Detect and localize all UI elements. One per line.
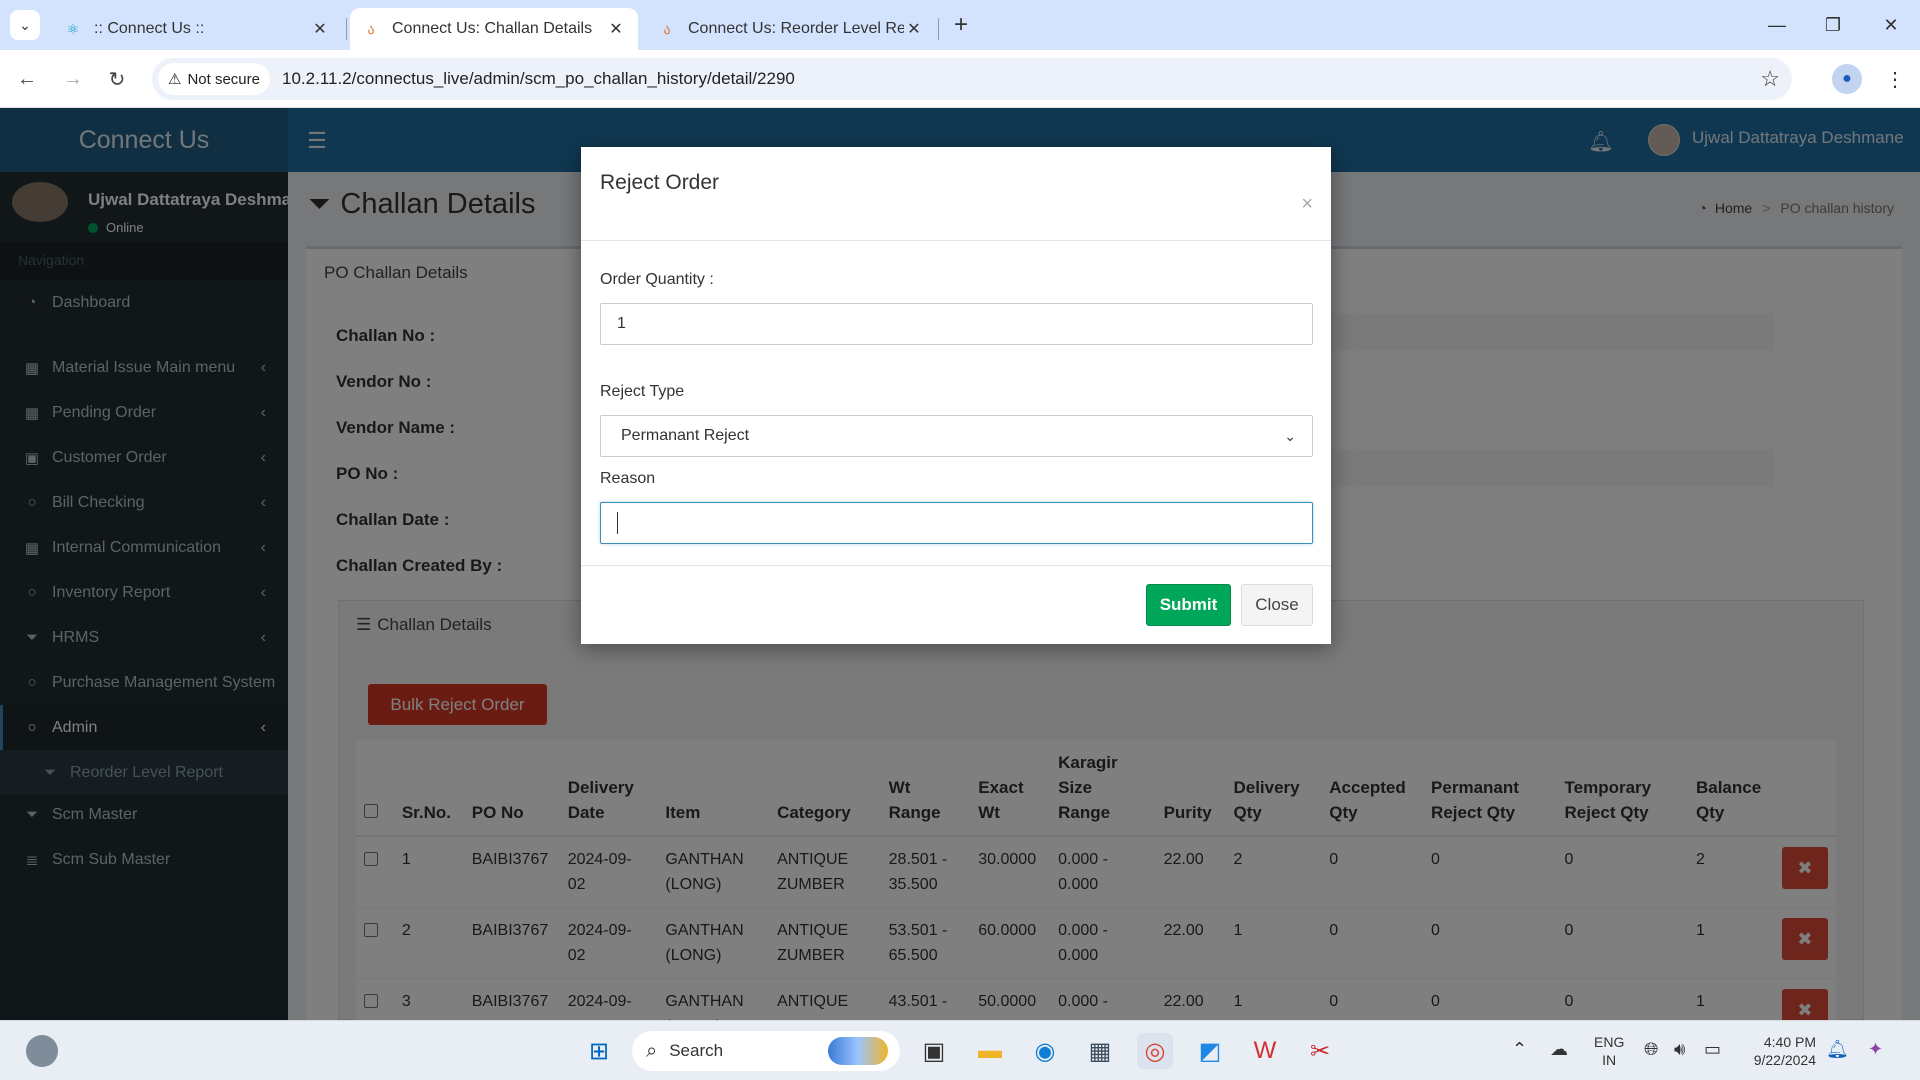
wps-office-icon[interactable]: W [1247, 1033, 1283, 1069]
security-label: Not secure [187, 70, 260, 88]
tab-close-icon[interactable]: ✕ [606, 19, 626, 39]
edge-browser-icon[interactable]: ◉ [1027, 1033, 1063, 1069]
modal-title: Reject Order [600, 171, 720, 194]
tab-search-dropdown-icon[interactable]: ⌄ [10, 10, 40, 40]
close-button[interactable]: Close [1241, 584, 1313, 626]
tab-close-icon[interactable]: ✕ [310, 19, 330, 39]
clock-date: 9/22/2024 [1753, 1052, 1816, 1068]
reason-label: Reason [600, 470, 656, 487]
tab-reorder-level-report[interactable]: ა Connect Us: Reorder Level Repo ✕ [646, 8, 936, 50]
copilot-icon[interactable]: ✦ [1868, 1039, 1883, 1060]
tab-title: Connect Us: Challan Details [392, 20, 593, 37]
react-icon: ⚛ [66, 20, 80, 37]
order-quantity-value: 1 [617, 315, 626, 332]
tab-separator [938, 18, 939, 40]
taskbar-search-label: Search [669, 1041, 724, 1060]
submit-button[interactable]: Submit [1146, 584, 1231, 626]
task-view-icon[interactable]: ▣ [916, 1033, 952, 1069]
system-clock[interactable]: 4:40 PM 9/22/2024 [1744, 1033, 1816, 1069]
address-bar[interactable]: ⚠ Not secure 10.2.11.2/connectus_live/ad… [152, 58, 1792, 100]
tray-chevron-up-icon[interactable]: ⌃ [1512, 1039, 1527, 1060]
tab-separator [346, 18, 347, 40]
app-favicon-icon: ა [663, 20, 671, 37]
profile-icon[interactable]: ● [1832, 64, 1862, 94]
weather-widget-icon[interactable] [26, 1035, 58, 1067]
window-close-icon[interactable]: ✕ [1876, 10, 1906, 40]
browser-toolbar: ← → ↻ ⚠ Not secure 10.2.11.2/connectus_l… [0, 50, 1920, 108]
chevron-down-icon: ⌄ [1284, 427, 1296, 444]
url-text[interactable]: 10.2.11.2/connectus_live/admin/scm_po_ch… [282, 69, 795, 89]
tab-close-icon[interactable]: ✕ [904, 19, 924, 39]
reason-input[interactable] [600, 502, 1313, 544]
reject-order-modal: Reject Order × Order Quantity : 1 Reject… [581, 147, 1331, 644]
restore-icon[interactable]: ❐ [1818, 10, 1848, 40]
onedrive-cloud-icon[interactable]: ☁ [1550, 1039, 1568, 1060]
file-explorer-icon[interactable]: ▬ [972, 1033, 1008, 1069]
security-indicator[interactable]: ⚠ Not secure [158, 63, 270, 95]
search-highlight-icon [828, 1037, 888, 1065]
tab-title: :: Connect Us :: [94, 20, 205, 37]
reject-type-value: Permanant Reject [621, 427, 750, 444]
language-indicator[interactable]: ENG IN [1594, 1033, 1624, 1069]
os-taskbar: ⊞ ⌕ Search ▣ ▬ ◉ ▦ ◎ ◩ W ✂ ⌃ ☁ ENG IN 🌐︎… [0, 1020, 1920, 1080]
browser-menu-icon[interactable]: ⋮ [1880, 64, 1910, 94]
modal-footer-divider [581, 565, 1331, 566]
chrome-browser-icon[interactable]: ◎ [1137, 1033, 1173, 1069]
notification-bell-icon[interactable]: 🔔︎ [1826, 1039, 1849, 1060]
volume-icon[interactable]: 🔊︎ [1674, 1039, 1685, 1060]
snipping-tool-icon[interactable]: ✂ [1302, 1033, 1338, 1069]
bookmark-star-icon[interactable]: ☆ [1760, 66, 1780, 92]
network-globe-icon[interactable]: 🌐︎ [1644, 1039, 1658, 1060]
search-icon: ⌕ [646, 1039, 658, 1062]
reload-icon[interactable]: ↻ [102, 64, 132, 94]
photos-icon[interactable]: ◩ [1192, 1033, 1228, 1069]
text-cursor [617, 512, 618, 534]
tab-challan-details[interactable]: ა Connect Us: Challan Details ✕ [350, 8, 638, 50]
order-quantity-input[interactable]: 1 [600, 303, 1313, 345]
language-top: ENG [1594, 1034, 1625, 1050]
warning-triangle-icon: ⚠ [168, 71, 182, 88]
new-tab-plus-icon[interactable]: + [948, 11, 974, 38]
modal-close-icon[interactable]: × [1301, 193, 1313, 216]
tab-connect-us[interactable]: ⚛ :: Connect Us :: ✕ [52, 8, 342, 50]
forward-arrow-icon[interactable]: → [58, 64, 88, 94]
start-windows-icon[interactable]: ⊞ [581, 1033, 617, 1069]
back-arrow-icon[interactable]: ← [12, 64, 42, 94]
order-quantity-label: Order Quantity : [600, 271, 714, 288]
minimize-icon[interactable]: — [1762, 10, 1792, 40]
tab-title: Connect Us: Reorder Level Repo [688, 20, 904, 37]
calculator-icon[interactable]: ▦ [1082, 1033, 1118, 1069]
reject-type-select[interactable]: Permanant Reject ⌄ [600, 415, 1313, 457]
clock-time: 4:40 PM [1763, 1034, 1816, 1050]
language-bottom: IN [1602, 1052, 1617, 1068]
battery-icon[interactable]: ▭ [1704, 1039, 1721, 1060]
browser-tab-bar: ⌄ ⚛ :: Connect Us :: ✕ ა Connect Us: Cha… [0, 0, 1920, 50]
taskbar-search[interactable]: ⌕ Search [632, 1031, 900, 1071]
reject-type-label: Reject Type [600, 383, 685, 400]
app-favicon-icon: ა [367, 20, 375, 37]
modal-header-divider [581, 240, 1331, 241]
